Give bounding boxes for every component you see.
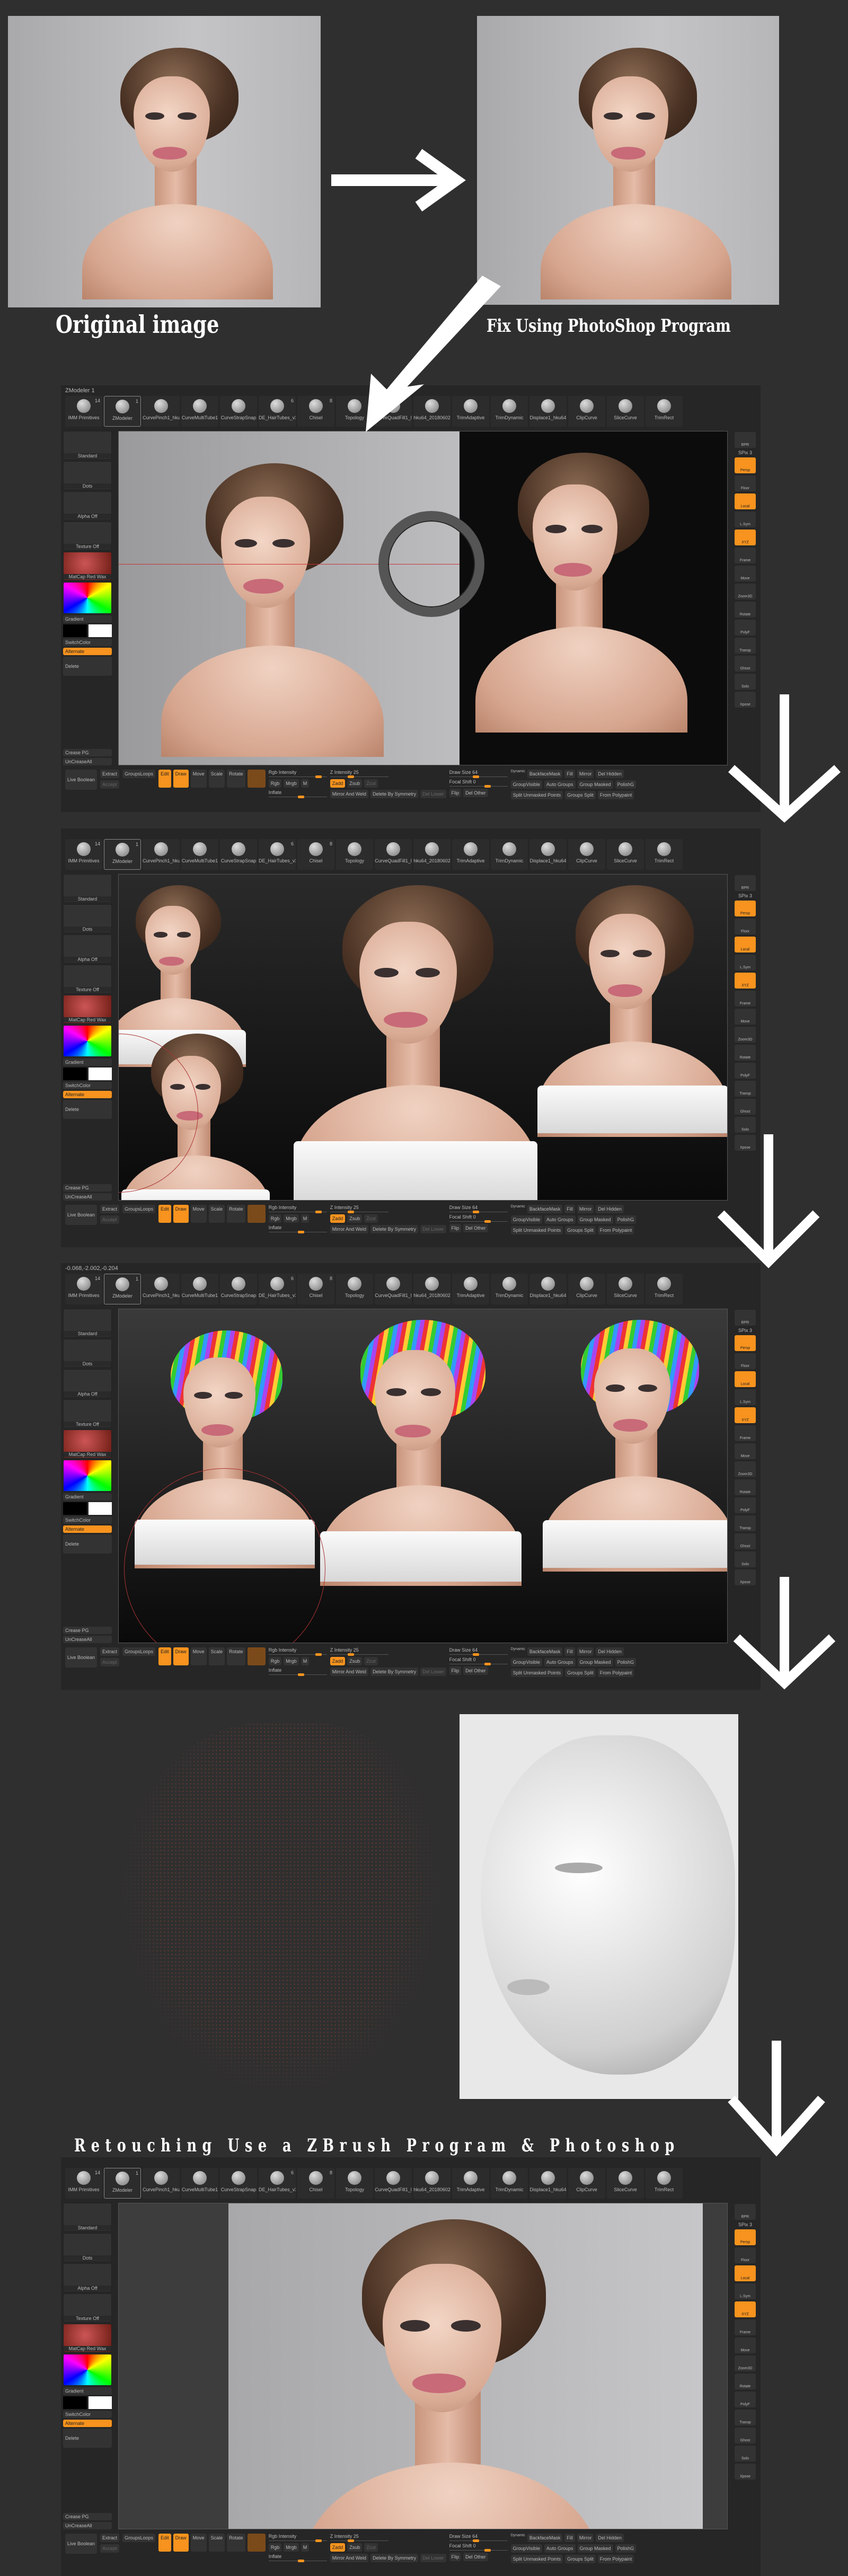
arrow-down-icon [717,1134,820,1268]
arrow-down-icon [733,1577,836,1690]
arrow-right-icon [331,149,466,211]
arrow-down-icon [728,2041,825,2157]
arrows-layer [331,149,841,2157]
arrow-diagonal-icon [366,276,501,432]
arrow-down-icon [728,694,841,823]
